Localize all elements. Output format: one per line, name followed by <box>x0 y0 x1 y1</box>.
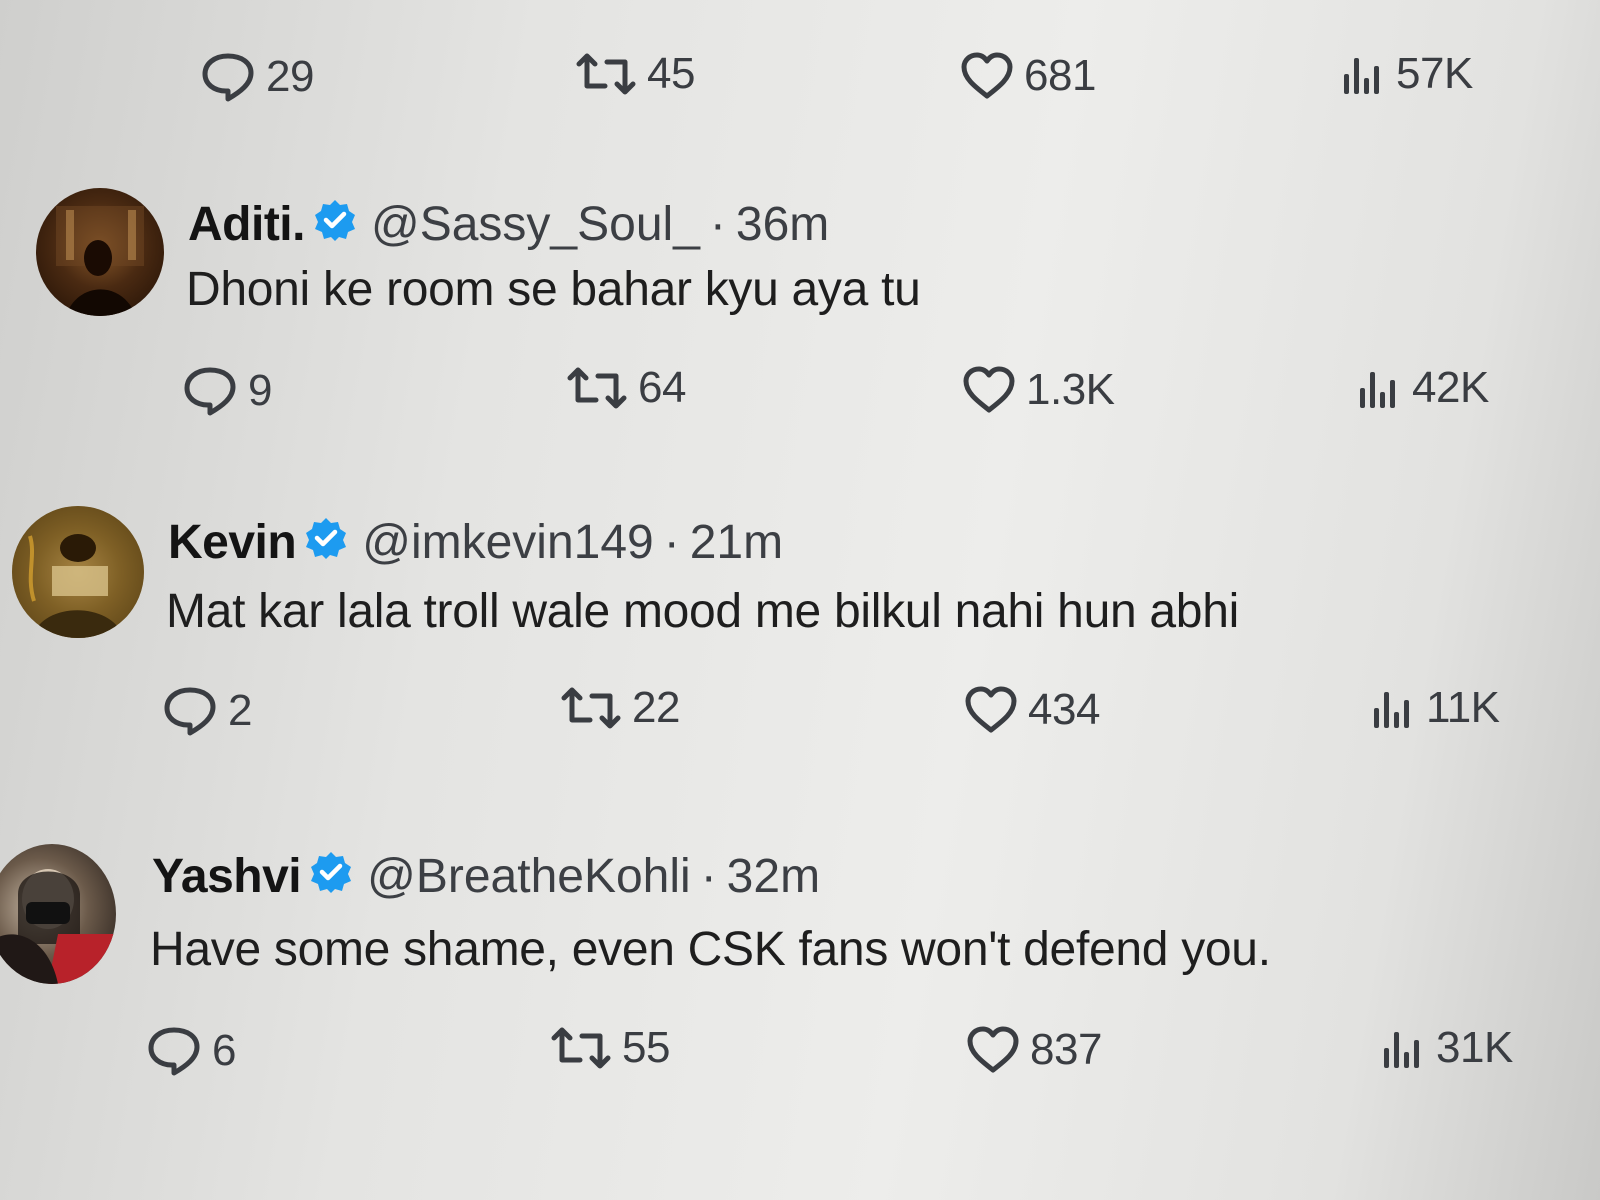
retweet-count: 45 <box>647 49 695 98</box>
avatar[interactable] <box>12 506 144 638</box>
like-button[interactable]: 434 <box>964 686 1100 734</box>
user-handle[interactable]: @imkevin149 <box>362 518 654 567</box>
views-button[interactable]: 57K <box>1340 52 1473 96</box>
reply-count: 2 <box>228 686 252 735</box>
verified-badge-icon <box>304 516 348 569</box>
reply-button[interactable]: 29 <box>200 52 314 102</box>
view-count: 57K <box>1396 49 1473 98</box>
view-count: 11K <box>1426 683 1500 732</box>
tweet-actions: 9 64 1.3K 42K <box>0 366 1600 436</box>
avatar[interactable] <box>36 188 164 316</box>
like-button[interactable]: 1.3K <box>962 366 1115 414</box>
heart-icon <box>964 686 1018 734</box>
user-handle[interactable]: @Sassy_Soul_ <box>371 200 700 249</box>
like-count: 1.3K <box>1026 365 1115 414</box>
retweet-icon <box>566 366 628 410</box>
verified-badge-icon <box>313 198 357 251</box>
like-button[interactable]: 837 <box>966 1026 1102 1074</box>
like-count: 434 <box>1028 685 1100 734</box>
timestamp[interactable]: 36m <box>736 200 829 249</box>
display-name[interactable]: Kevin <box>168 518 297 567</box>
retweet-button[interactable]: 64 <box>566 366 686 410</box>
like-button[interactable]: 681 <box>960 52 1096 100</box>
avatar[interactable] <box>0 844 116 984</box>
like-count: 681 <box>1024 51 1096 100</box>
display-name[interactable]: Aditi. <box>188 200 305 249</box>
timestamp[interactable]: 21m <box>690 518 783 567</box>
tweet[interactable]: Aditi. @Sassy_Soul_ · 36m Dhoni ke room … <box>0 180 1600 460</box>
reply-button[interactable]: 6 <box>146 1026 236 1076</box>
tweet-text: Have some shame, even CSK fans won't def… <box>150 923 1271 976</box>
views-button[interactable]: 42K <box>1356 366 1489 410</box>
verified-badge-icon <box>309 850 353 903</box>
retweet-icon <box>550 1026 612 1070</box>
reply-button[interactable]: 2 <box>162 686 252 736</box>
separator-dot: · <box>663 515 680 569</box>
user-handle[interactable]: @BreatheKohli <box>367 852 691 901</box>
reply-icon <box>146 1026 202 1076</box>
view-count: 42K <box>1412 363 1489 412</box>
like-count: 837 <box>1030 1025 1102 1074</box>
retweet-icon <box>560 686 622 730</box>
views-icon <box>1340 52 1386 96</box>
retweet-count: 64 <box>638 363 686 412</box>
reply-button[interactable]: 9 <box>182 366 272 416</box>
tweet-text: Dhoni ke room se bahar kyu aya tu <box>186 263 921 316</box>
tweet[interactable]: Kevin @imkevin149 · 21m Mat kar lala tro… <box>0 500 1600 790</box>
retweet-button[interactable]: 45 <box>575 52 695 96</box>
tweet[interactable]: Yashvi @BreatheKohli · 32m Have some sha… <box>0 838 1600 1138</box>
reply-icon <box>182 366 238 416</box>
views-button[interactable]: 11K <box>1370 686 1500 730</box>
tweet-text: Mat kar lala troll wale mood me bilkul n… <box>166 585 1239 638</box>
view-count: 31K <box>1436 1023 1513 1072</box>
separator-dot: · <box>700 849 717 903</box>
separator-dot: · <box>709 197 726 251</box>
retweet-button[interactable]: 55 <box>550 1026 670 1070</box>
timestamp[interactable]: 32m <box>727 852 820 901</box>
heart-icon <box>966 1026 1020 1074</box>
heart-icon <box>960 52 1014 100</box>
avatar-image <box>56 206 144 316</box>
views-icon <box>1356 366 1402 410</box>
timeline: 29 45 681 57K Aditi. @Sassy_Soul_ · 36m … <box>0 0 1600 1200</box>
tweet-actions: 29 45 681 57K <box>0 52 1600 122</box>
retweet-count: 22 <box>632 683 680 732</box>
reply-count: 29 <box>266 52 314 101</box>
views-button[interactable]: 31K <box>1380 1026 1513 1070</box>
retweet-count: 55 <box>622 1023 670 1072</box>
reply-count: 9 <box>248 366 272 415</box>
display-name[interactable]: Yashvi <box>152 852 302 901</box>
tweet-actions: 2 22 434 11K <box>0 686 1600 756</box>
reply-icon <box>200 52 256 102</box>
tweet-actions: 6 55 837 31K <box>0 1026 1600 1096</box>
retweet-icon <box>575 52 637 96</box>
avatar-image <box>12 506 144 638</box>
views-icon <box>1370 686 1416 730</box>
reply-count: 6 <box>212 1026 236 1075</box>
avatar-image <box>0 869 116 984</box>
heart-icon <box>962 366 1016 414</box>
retweet-button[interactable]: 22 <box>560 686 680 730</box>
views-icon <box>1380 1026 1426 1070</box>
reply-icon <box>162 686 218 736</box>
